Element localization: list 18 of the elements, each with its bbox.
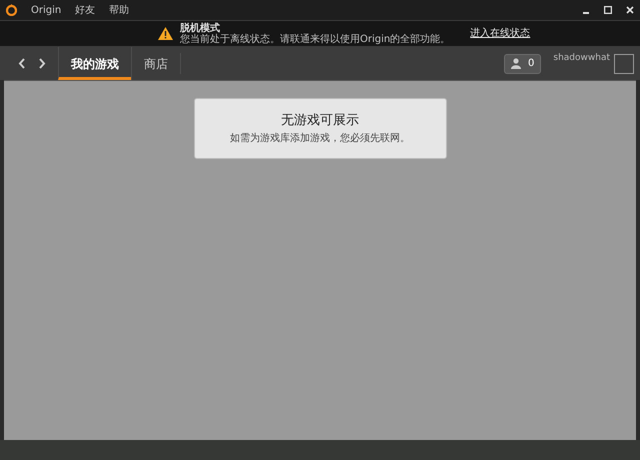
notice-title: 无游戏可展示: [281, 112, 359, 130]
menu-item[interactable]: Origin: [31, 2, 62, 18]
username: shadowwhat: [553, 52, 610, 65]
person-icon: [511, 58, 522, 69]
logo-icon: [6, 4, 17, 16]
avatar[interactable]: [614, 54, 634, 74]
banner-message: 您当前处于离线状态。请联通来得以使用Origin的全部功能。: [180, 34, 450, 44]
notice-message: 如需为游戏库添加游戏，您必须先联网。: [230, 132, 410, 146]
go-online-link[interactable]: 进入在线状态: [470, 26, 530, 41]
maximize-icon[interactable]: [604, 6, 612, 14]
forward-icon[interactable]: [38, 58, 46, 69]
menu-item[interactable]: 好友: [75, 2, 96, 18]
banner-title: 脱机模式: [180, 22, 221, 34]
close-icon[interactable]: [626, 6, 634, 14]
friends-button[interactable]: 0: [504, 54, 542, 74]
warning-icon: [158, 27, 173, 40]
back-icon[interactable]: [18, 58, 26, 69]
menu-item[interactable]: 帮助: [109, 2, 130, 18]
